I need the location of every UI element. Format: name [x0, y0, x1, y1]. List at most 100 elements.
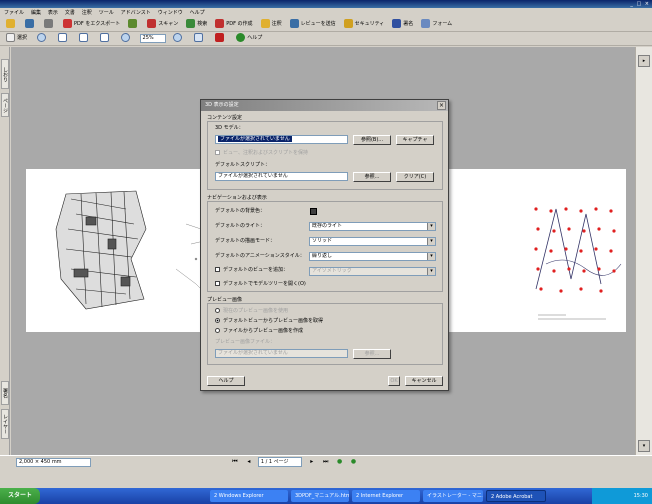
taskbar-item[interactable]: 2 Internet Explorer	[352, 490, 420, 502]
next-view-button[interactable]: ●	[349, 457, 359, 467]
tab-bookmarks[interactable]: しおり	[1, 59, 9, 89]
3d-settings-dialog: 3D 表示の設定 × コンテンツ設定 3D モデル： ファイルが選択されていませ…	[200, 99, 449, 391]
fit-page-button[interactable]	[77, 33, 92, 44]
script-field[interactable]: ファイルが選択されていません	[215, 172, 348, 181]
form-button[interactable]: フォーム	[419, 19, 454, 30]
actual-size-button[interactable]	[56, 33, 71, 44]
add-view-checkbox[interactable]: デフォルトのビューを追加：	[215, 267, 288, 274]
browse-script-button[interactable]: 参照...	[353, 172, 391, 182]
fit-width-button[interactable]	[98, 33, 113, 44]
browse-model-button[interactable]: 参照(B)...	[353, 135, 391, 145]
nav-group: デフォルトの背景色： デフォルトのライト： 既存のライト ▾ デフォルトの描画モー…	[207, 201, 443, 292]
print-button[interactable]	[42, 19, 57, 30]
script-label: デフォルトスクリプト：	[215, 162, 271, 168]
tab-signatures[interactable]: 署名	[1, 381, 9, 405]
comment-button[interactable]: 注釈	[259, 19, 284, 30]
lighting-select[interactable]: 既存のライト ▾	[309, 222, 436, 231]
print-icon	[44, 19, 53, 28]
last-page-button[interactable]: ⏭	[321, 457, 331, 467]
export-icon	[63, 19, 72, 28]
search-icon	[186, 19, 196, 28]
export-button[interactable]: PDF をエクスポート	[61, 19, 122, 30]
yahoo-button[interactable]	[213, 33, 228, 44]
radio-default-view-preview[interactable]: デフォルトビューからプレビュー画像を取得	[215, 318, 323, 325]
taskbar-item-active[interactable]: 2 Adobe Acrobat	[486, 490, 546, 502]
browse-preview-button[interactable]: 参照...	[353, 349, 391, 359]
menu-window[interactable]: ウィンドウ	[158, 10, 183, 16]
tasks-toolbar: PDF をエクスポート スキャン 検索 PDF の作成 注釈 レビューを送信 セキュリティ 署…	[0, 18, 652, 32]
pen-button[interactable]: 署名	[390, 19, 415, 30]
page-size-field[interactable]: 2,000 × 450 mm	[16, 458, 91, 467]
radio-file-preview[interactable]: ファイルからプレビュー画像を作成	[215, 328, 303, 335]
first-page-button[interactable]: ⏮	[230, 457, 240, 467]
model-label: 3D モデル：	[215, 125, 244, 131]
lighting-label: デフォルトのライト：	[215, 223, 266, 229]
search-button[interactable]: 検索	[184, 19, 209, 30]
next-page-button[interactable]: ▸	[307, 457, 317, 467]
menu-document[interactable]: 文書	[65, 10, 75, 16]
dialog-close-icon[interactable]: ×	[437, 101, 446, 110]
model-tree-checkbox[interactable]: デフォルトでモデルツリーを開く(O)	[215, 281, 306, 288]
prev-page-button[interactable]: ◂	[244, 457, 254, 467]
scan-button[interactable]: スキャン	[145, 19, 180, 30]
anim-label: デフォルトのアニメーションスタイル：	[215, 253, 305, 259]
prev-view-button[interactable]: ●	[335, 457, 345, 467]
menu-help[interactable]: ヘルプ	[190, 10, 205, 16]
add-view-select[interactable]: アイソメトリック ▾	[309, 267, 436, 276]
vertical-scrollbar[interactable]: ▸ ▾	[635, 47, 652, 455]
scroll-marker[interactable]: ▸	[638, 55, 650, 67]
preview-file-field[interactable]: ファイルが選択されていません	[215, 349, 348, 358]
create-pdf-button[interactable]: PDF の作成	[213, 19, 254, 30]
rotate-button[interactable]	[192, 33, 207, 44]
capture-button[interactable]: キャプチャ	[396, 135, 434, 145]
cancel-button[interactable]: キャンセル	[405, 376, 443, 386]
model-field[interactable]: ファイルが選択されていません	[215, 135, 348, 144]
help-dialog-button[interactable]: ヘルプ	[207, 376, 245, 386]
preview-group: 現在のプレビュー画像を使用 デフォルトビューからプレビュー画像を取得 ファイルか…	[207, 303, 443, 365]
clear-button[interactable]: クリア(C)	[396, 172, 434, 182]
zoom-input[interactable]: 25%	[139, 34, 166, 43]
window-controls[interactable]: _ □ ×	[630, 0, 650, 8]
plus-icon	[173, 33, 183, 42]
scan-icon	[147, 19, 157, 28]
radio-existing-preview[interactable]: 現在のプレビュー画像を使用	[215, 308, 288, 315]
select-tool-button[interactable]: 選択	[4, 33, 29, 44]
save-icon	[25, 19, 34, 28]
review-button[interactable]: レビューを送信	[288, 19, 338, 30]
lock-button[interactable]: セキュリティ	[342, 19, 387, 30]
preserve-checkbox[interactable]: ビュー、注釈およびスクリプトを保持	[215, 150, 308, 157]
zoom-plus-button[interactable]	[171, 33, 186, 44]
menu-advanced[interactable]: アドバンスト	[121, 10, 151, 16]
sign-button[interactable]	[126, 19, 141, 30]
scroll-down-arrow[interactable]: ▾	[638, 440, 650, 452]
status-bar: 2,000 × 450 mm ⏮ ◂ 1 / 1 ページ ▸ ⏭ ● ●	[0, 455, 652, 468]
sign-icon	[128, 19, 138, 28]
help-button[interactable]: ヘルプ	[234, 33, 264, 44]
form-label: フォーム	[432, 21, 453, 27]
menu-file[interactable]: ファイル	[4, 10, 24, 16]
zoom-in-button[interactable]	[35, 33, 50, 44]
anim-select[interactable]: 繰り返し ▾	[309, 252, 436, 261]
menu-tools[interactable]: ツール	[99, 10, 114, 16]
open-button[interactable]	[4, 19, 19, 30]
render-select[interactable]: ソリッド ▾	[309, 237, 436, 246]
taskbar-item[interactable]: 2 Windows Explorer	[210, 490, 288, 502]
zoom-in-icon	[36, 33, 46, 42]
ok-button[interactable]: OK	[388, 376, 400, 386]
start-button[interactable]: スタート	[0, 488, 40, 504]
tab-pages[interactable]: ページ	[1, 93, 9, 117]
zoom-out-button[interactable]	[119, 33, 134, 44]
taskbar-item[interactable]: 3DPDF_マニュアル.htm	[291, 490, 349, 502]
menu-comments[interactable]: 注釈	[82, 10, 92, 16]
tab-layers[interactable]: レイヤー	[1, 409, 9, 439]
taskbar-item[interactable]: イラストレーター - マニュアル	[423, 490, 483, 502]
menu-view[interactable]: 表示	[48, 10, 58, 16]
review-label: レビューを送信	[300, 21, 336, 27]
menu-edit[interactable]: 編集	[31, 10, 41, 16]
save-button[interactable]	[23, 19, 38, 30]
render-label: デフォルトの描画モード：	[215, 238, 276, 244]
search-label: 検索	[197, 21, 208, 27]
bg-color-swatch[interactable]	[310, 208, 317, 215]
page-number-input[interactable]: 1 / 1 ページ	[257, 457, 302, 467]
zoom-out-icon	[120, 33, 130, 42]
